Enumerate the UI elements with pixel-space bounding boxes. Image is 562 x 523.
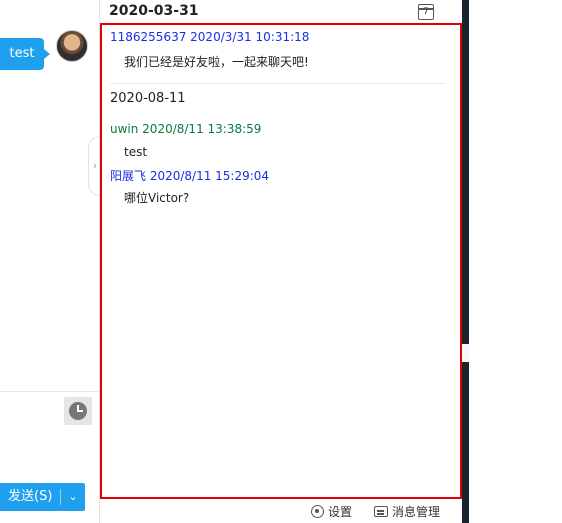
chevron-down-icon[interactable]: ⌄ — [61, 483, 85, 511]
message-separator — [110, 83, 445, 84]
send-button-label: 发送(S) — [8, 489, 53, 504]
settings-icon — [311, 505, 324, 518]
message-body: test — [124, 145, 148, 159]
date-divider: 2020-08-11 — [110, 91, 186, 106]
chevron-right-icon: › — [92, 159, 98, 172]
message-header: uwin 2020/8/11 13:38:59 — [110, 122, 262, 136]
avatar[interactable] — [56, 30, 88, 62]
calendar-icon[interactable]: 7 — [418, 4, 434, 20]
input-divider — [0, 391, 100, 392]
current-date-label: 2020-03-31 — [109, 3, 199, 19]
window-edge-mark — [462, 344, 469, 362]
message-history-button[interactable] — [64, 397, 92, 425]
message-manager-button[interactable]: 消息管理 — [374, 503, 440, 520]
chat-message-bubble: test — [0, 38, 50, 70]
settings-label: 设置 — [328, 505, 353, 519]
message-manager-label: 消息管理 — [392, 505, 441, 519]
message-manager-icon — [374, 506, 388, 517]
message-body: 哪位Victor? — [124, 191, 190, 205]
message-list: 1186255637 2020/3/31 10:31:18 我们已经是好友啦，一… — [100, 23, 462, 499]
history-toolbar: 设置 消息管理 — [100, 499, 462, 523]
send-button[interactable]: 发送(S) ⌄ — [0, 483, 85, 511]
window-edge — [462, 0, 469, 523]
message-header: 1186255637 2020/3/31 10:31:18 — [110, 30, 310, 44]
chat-pane: test › 发送(S) ⌄ — [0, 0, 101, 523]
message-header: 阳展飞 2020/8/11 15:29:04 — [110, 169, 270, 183]
clock-icon — [69, 402, 87, 420]
settings-button[interactable]: 设置 — [311, 503, 352, 520]
message-history-panel: 2020-03-31 7 1186255637 2020/3/31 10:31:… — [100, 0, 462, 523]
message-body: 我们已经是好友啦，一起来聊天吧! — [124, 55, 309, 69]
